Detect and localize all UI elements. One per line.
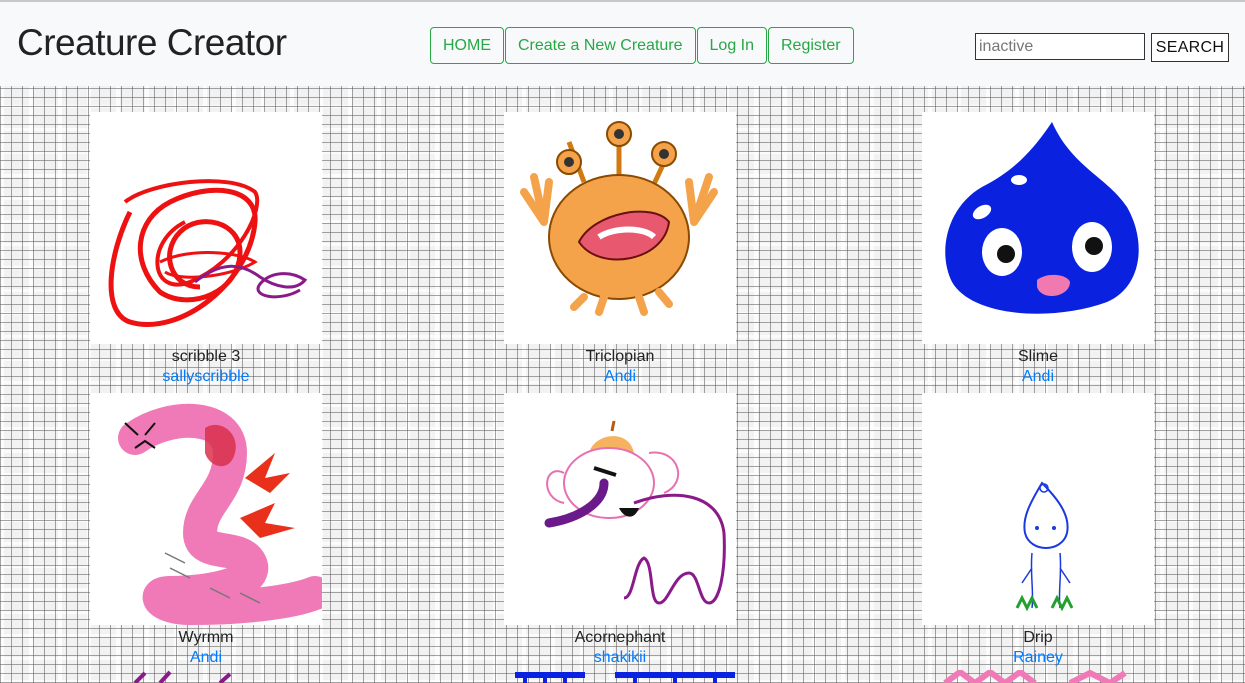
creature-image[interactable] [90,112,322,344]
navbar: Creature Creator HOME Create a New Creat… [0,0,1245,86]
creature-card[interactable]: Acornephant shakikii [500,393,740,669]
creature-image[interactable] [922,393,1154,625]
creature-image[interactable] [504,112,736,344]
creature-card[interactable]: scribble 3 sallyscribble [86,112,326,388]
creature-name[interactable]: Drip [918,629,1158,649]
creature-image-peek [133,670,232,683]
creature-image[interactable] [90,393,322,625]
creature-card[interactable]: Wyrmm Andi [86,393,326,669]
creature-author-link[interactable]: shakikii [500,649,740,669]
register-button[interactable]: Register [768,27,854,64]
home-button[interactable]: HOME [430,27,504,64]
creature-image[interactable] [922,112,1154,344]
search-button[interactable]: SEARCH [1151,33,1229,62]
creature-author-link[interactable]: Andi [500,368,740,388]
creature-card[interactable]: Triclopian Andi [500,112,740,388]
creature-card[interactable]: Drip Rainey [918,393,1158,669]
creature-name[interactable]: scribble 3 [86,348,326,368]
create-creature-button[interactable]: Create a New Creature [505,27,696,64]
creature-name[interactable]: Triclopian [500,348,740,368]
creature-name[interactable]: Wyrmm [86,629,326,649]
creature-author-link[interactable]: Andi [918,368,1158,388]
creature-name[interactable]: Slime [918,348,1158,368]
creature-image[interactable] [504,393,736,625]
brand-title[interactable]: Creature Creator [17,22,287,64]
creature-author-link[interactable]: sallyscribble [86,368,326,388]
creature-image-peek [515,672,735,683]
creature-card[interactable]: Slime Andi [918,112,1158,388]
creature-author-link[interactable]: Andi [86,649,326,669]
creature-name[interactable]: Acornephant [500,629,740,649]
creature-author-link[interactable]: Rainey [918,649,1158,669]
search-input[interactable] [975,33,1145,60]
login-button[interactable]: Log In [696,27,767,64]
nav-buttons: HOME Create a New Creature Log In Regist… [430,27,855,64]
creature-image-peek [943,670,1127,683]
